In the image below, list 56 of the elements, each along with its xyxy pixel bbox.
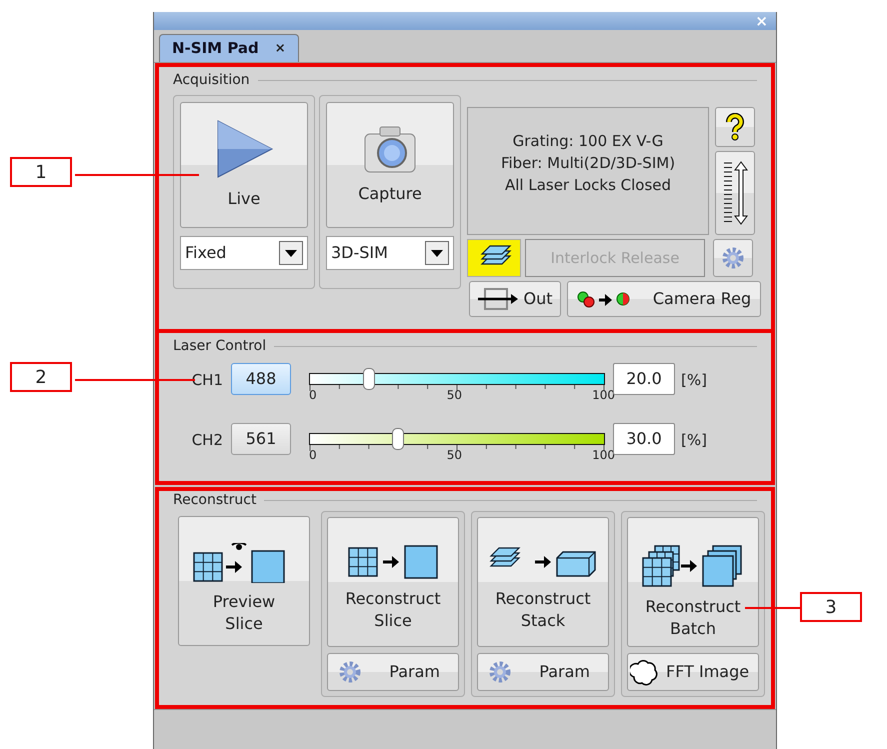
- box-arrow-icon: [477, 286, 520, 312]
- tick-label: 100: [592, 389, 615, 401]
- section-title: Reconstruct: [173, 493, 256, 507]
- camera-reg-button[interactable]: Camera Reg: [567, 281, 761, 317]
- slider-thumb[interactable]: [362, 368, 375, 390]
- fft-image-button[interactable]: FFT Image: [627, 653, 759, 691]
- pad-tab[interactable]: N-SIM Pad ×: [159, 34, 299, 62]
- status-text: Grating: 100 EX V-G: [512, 131, 664, 152]
- slider-thumb[interactable]: [392, 428, 404, 450]
- tab-label: N-SIM Pad: [172, 38, 259, 60]
- scale-arrow-icon: [722, 159, 748, 227]
- callout-label: 1: [10, 157, 72, 187]
- tick-label: 0: [309, 389, 317, 401]
- tick-label: 50: [446, 449, 462, 461]
- settings-button[interactable]: [713, 239, 753, 277]
- section-title: Acquisition: [173, 73, 250, 87]
- reconstruct-button[interactable]: Reconstruct Batch: [627, 517, 759, 647]
- stacks-to-squares-icon: [641, 544, 745, 588]
- tick-label: 0: [309, 449, 317, 461]
- wavelength-button[interactable]: 488: [231, 363, 291, 395]
- unit-label: [%]: [681, 430, 707, 451]
- layers-toggle-button[interactable]: [467, 239, 521, 277]
- tick-label: 50: [446, 389, 462, 401]
- settings-icon: [721, 246, 745, 270]
- capture-button[interactable]: Capture: [326, 102, 454, 228]
- reconstruct-button[interactable]: Preview Slice: [178, 516, 310, 646]
- cloud-icon: [630, 658, 658, 686]
- reconstruct-button[interactable]: Reconstruct Stack: [477, 517, 609, 647]
- wavelength-button[interactable]: 561: [231, 423, 291, 455]
- percent-input[interactable]: 30.0: [613, 423, 675, 455]
- status-text: All Laser Locks Closed: [504, 175, 672, 196]
- question-mark-icon: [725, 113, 745, 141]
- unit-label: [%]: [681, 370, 707, 391]
- help-button[interactable]: [715, 107, 755, 147]
- reconstruct-button[interactable]: Reconstruct Slice: [327, 517, 459, 647]
- camera-icon: [362, 124, 418, 174]
- section-title: Laser Control: [173, 339, 266, 353]
- dropdown-value: Fixed: [185, 242, 226, 264]
- live-button[interactable]: Live: [180, 102, 308, 228]
- status-text: Fiber: Multi(2D/3D-SIM): [500, 153, 676, 174]
- channel-label: CH1: [190, 370, 224, 391]
- mode-dropdown[interactable]: 3D-SIM: [326, 236, 454, 270]
- dropdown-value: 3D-SIM: [331, 242, 388, 264]
- out-button[interactable]: Out: [469, 281, 561, 317]
- callout-label: 2: [10, 362, 72, 392]
- settings-icon: [488, 660, 512, 684]
- tick-label: 100: [592, 449, 615, 461]
- channel-label: CH2: [190, 430, 224, 451]
- range-button[interactable]: [715, 151, 755, 235]
- callout-label: 3: [800, 592, 862, 622]
- mode-dropdown[interactable]: Fixed: [180, 236, 308, 270]
- settings-icon: [338, 660, 362, 684]
- percent-input[interactable]: 20.0: [613, 363, 675, 395]
- param-button[interactable]: Param: [477, 653, 609, 691]
- tab-close-button[interactable]: ×: [274, 38, 286, 58]
- param-button[interactable]: Param: [327, 653, 459, 691]
